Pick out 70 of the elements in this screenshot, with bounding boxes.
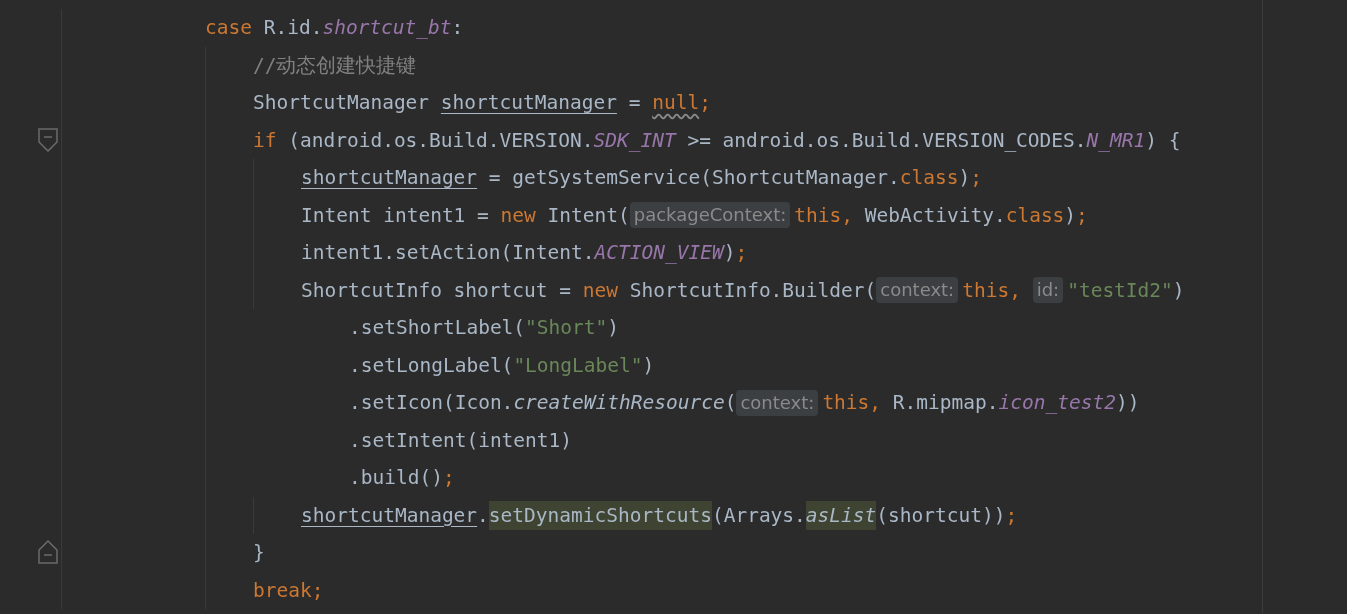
code-text: Intent intent1 =	[301, 202, 490, 229]
code-text: (android.os.Build.VERSION.	[287, 127, 594, 154]
code-text: .setShortLabel(	[349, 315, 526, 342]
code-text: )	[958, 165, 971, 192]
code-text: )	[1064, 202, 1077, 229]
keyword: this,	[822, 390, 882, 417]
code-text: ))	[1115, 390, 1140, 417]
code-text: Intent(	[546, 202, 630, 229]
keyword: new	[500, 202, 536, 229]
keyword: ;	[699, 90, 711, 117]
variable-name: shortcutManager	[440, 90, 617, 117]
code-text: ShortcutManager	[253, 90, 431, 117]
keyword: ;	[735, 240, 748, 267]
code-text: .setIntent(intent1)	[349, 427, 573, 454]
code-text: (Arrays.	[711, 502, 806, 529]
parameter-hint: context:	[876, 277, 959, 304]
string-literal: "Short"	[525, 315, 608, 342]
variable-name: shortcutManager	[301, 165, 478, 192]
code-text: >= android.os.Build.VERSION_CODES.	[686, 127, 1087, 154]
code-text: )	[642, 352, 655, 379]
code-text: R.mipmap.	[891, 390, 999, 417]
highlighted-symbol: setDynamicShortcuts	[488, 500, 712, 530]
keyword: break	[253, 577, 312, 604]
keyword: this,	[962, 277, 1022, 304]
keyword: new	[582, 277, 618, 304]
keyword: ;	[311, 577, 324, 604]
code-text: :	[451, 15, 464, 42]
fold-marker-icon[interactable]	[38, 540, 58, 564]
string-literal: "testId2"	[1067, 277, 1173, 304]
keyword: this,	[794, 202, 854, 229]
constant-name: SDK_INT	[593, 127, 676, 154]
code-text: )	[607, 315, 620, 342]
keyword: null	[652, 90, 700, 117]
code-text: .build()	[349, 465, 443, 492]
constant-name: ACTION_VIEW	[594, 240, 724, 267]
code-text: ShortcutInfo.Builder(	[628, 277, 877, 304]
code-text: (shortcut))	[876, 502, 1006, 529]
code-text: (	[724, 390, 737, 417]
keyword: class	[1005, 202, 1065, 229]
keyword: ;	[442, 465, 455, 492]
keyword: case	[205, 15, 252, 42]
constant-name: icon_test2	[998, 390, 1116, 417]
code-text: intent1.setAction(Intent.	[301, 240, 595, 267]
code-text: WebActivity.	[863, 202, 1006, 229]
code-text: =	[627, 90, 642, 117]
keyword: ;	[970, 165, 982, 192]
code-text: }	[253, 540, 265, 567]
highlighted-symbol: asList	[805, 500, 877, 530]
parameter-hint: id:	[1032, 277, 1064, 304]
code-text: .setLongLabel(	[349, 352, 514, 379]
keyword: if	[253, 127, 277, 154]
constant-name: N_MR1	[1086, 127, 1146, 154]
parameter-hint: context:	[736, 389, 819, 416]
fold-marker-icon[interactable]	[38, 127, 58, 152]
code-text: )	[1172, 277, 1185, 304]
parameter-hint: packageContext:	[629, 202, 791, 229]
variable-name: shortcutManager	[301, 502, 478, 529]
keyword: class	[899, 165, 959, 192]
code-text: ShortcutInfo shortcut =	[301, 277, 573, 304]
comment: //动态创建快捷键	[253, 52, 417, 79]
code-text: .	[477, 502, 489, 529]
constant-name: shortcut_bt	[322, 15, 452, 42]
method-name: createWithResource	[513, 390, 725, 417]
code-text: ) {	[1145, 127, 1181, 154]
keyword: ;	[1076, 202, 1088, 229]
keyword: ;	[1005, 502, 1018, 529]
string-literal: "LongLabel"	[513, 352, 643, 379]
code-text: = getSystemService(ShortcutManager.	[487, 165, 900, 192]
code-text: .setIcon(Icon.	[349, 390, 514, 417]
code-text: R.id.	[262, 15, 323, 42]
